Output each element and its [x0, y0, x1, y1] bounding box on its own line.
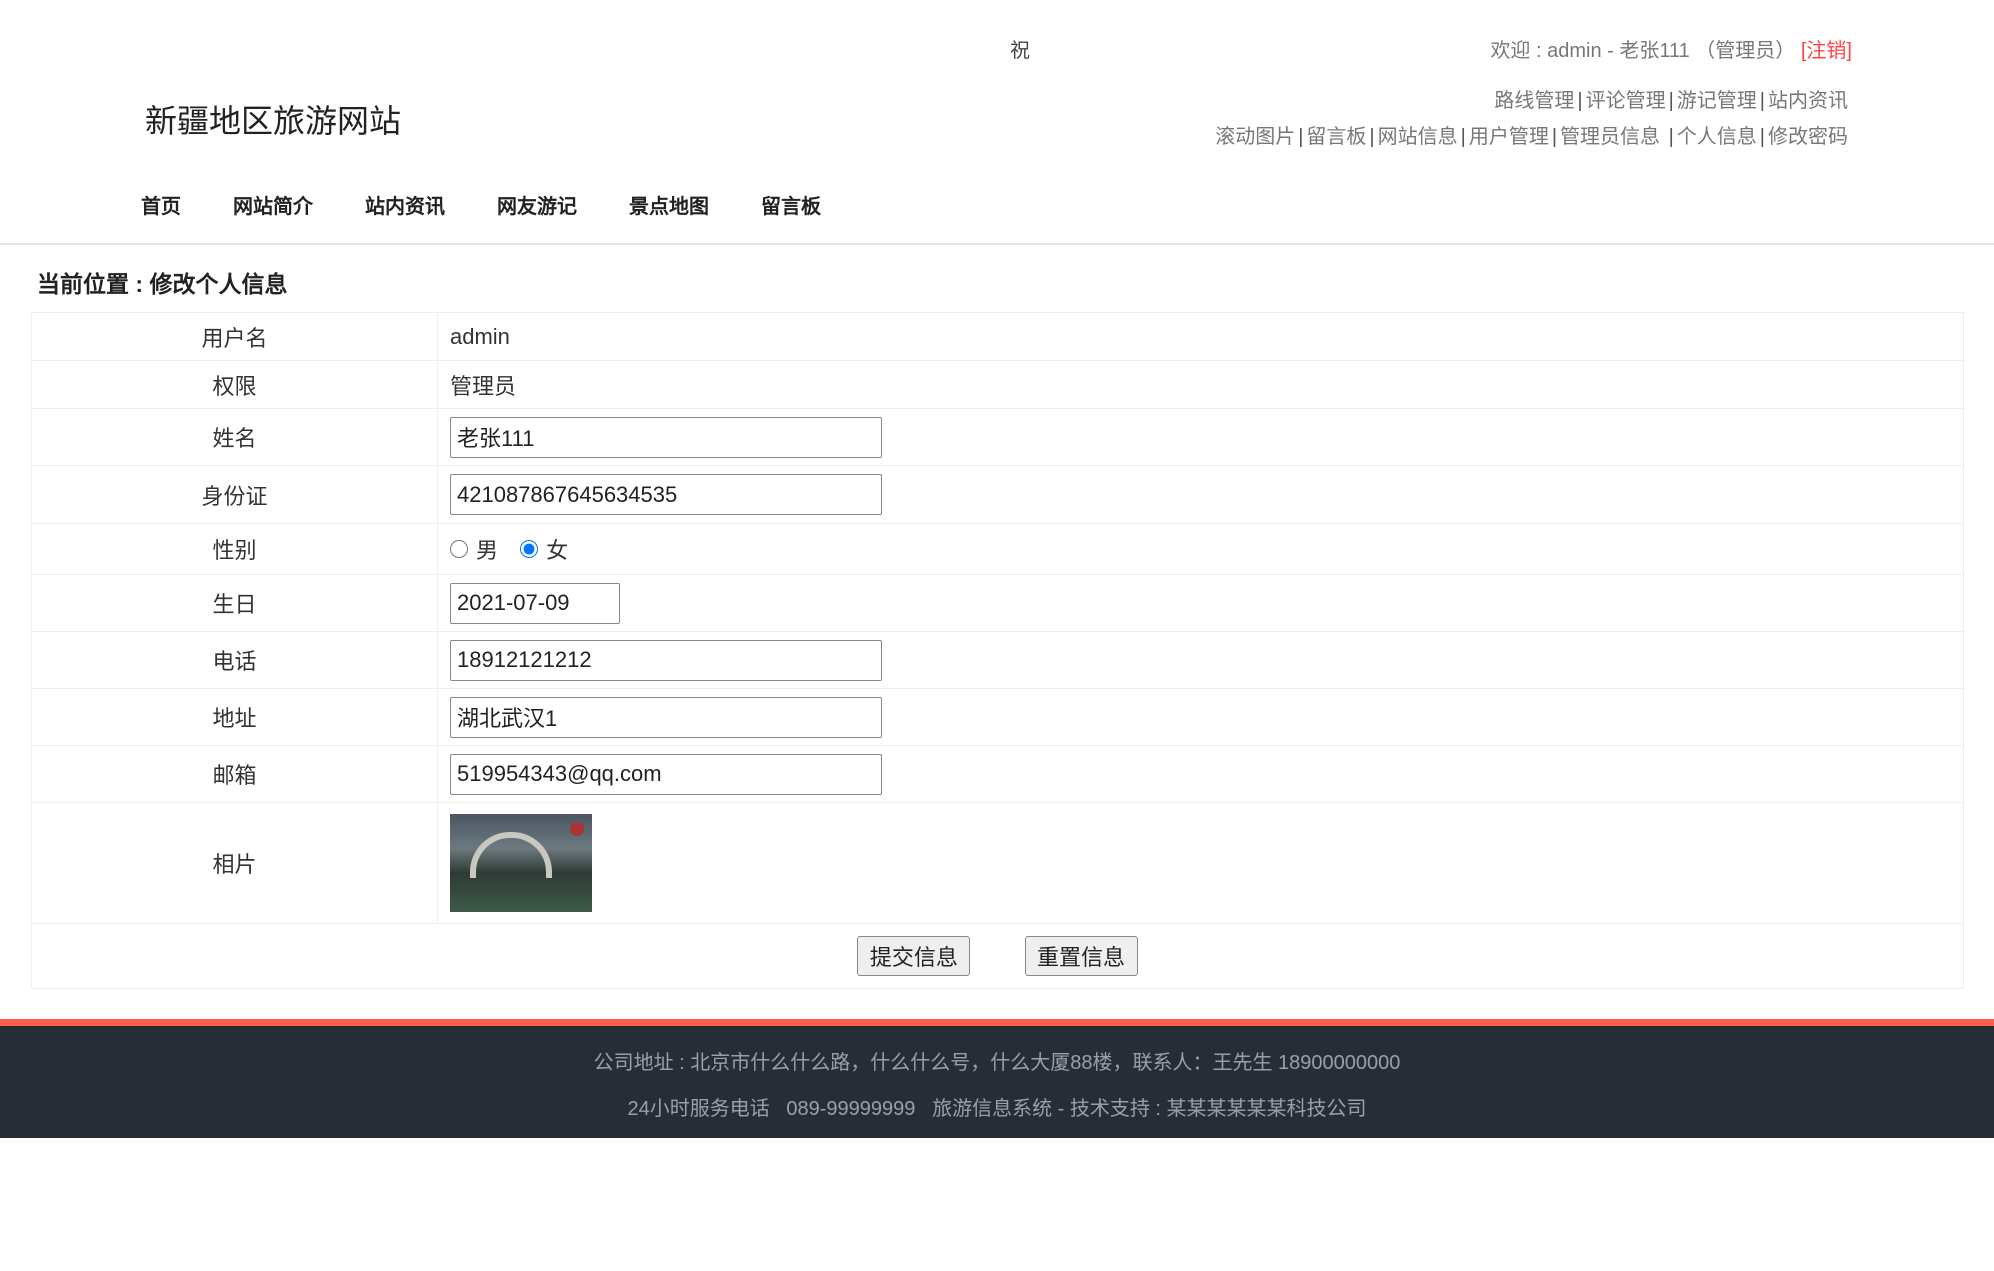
photo-label: 相片	[32, 803, 438, 924]
link-admin-info[interactable]: 管理员信息	[1560, 126, 1660, 148]
greeting: 祝	[1010, 34, 1030, 63]
gender-female-label: 女	[546, 533, 568, 565]
nav-guestbook[interactable]: 留言板	[761, 190, 821, 219]
link-news[interactable]: 站内资讯	[1768, 90, 1848, 112]
phone-label: 电话	[32, 632, 438, 689]
link-messages[interactable]: 留言板	[1306, 126, 1366, 148]
nav-news[interactable]: 站内资讯	[365, 190, 445, 219]
gender-female-radio[interactable]	[520, 540, 538, 558]
birthday-input[interactable]	[450, 583, 620, 624]
address-label: 地址	[32, 689, 438, 746]
nav-travelogs[interactable]: 网友游记	[497, 190, 577, 219]
link-profile[interactable]: 个人信息	[1677, 126, 1757, 148]
link-change-password[interactable]: 修改密码	[1768, 126, 1848, 148]
email-label: 邮箱	[32, 746, 438, 803]
footer: 公司地址 : 北京市什么什么路，什么什么号，什么大厦88楼，联系人：王先生 18…	[0, 1019, 1994, 1138]
link-site-info[interactable]: 网站信息	[1378, 126, 1458, 148]
link-route-mgmt[interactable]: 路线管理	[1494, 90, 1574, 112]
footer-address: 公司地址 : 北京市什么什么路，什么什么号，什么大厦88楼，联系人：王先生 18…	[0, 1046, 1994, 1075]
gender-male-radio[interactable]	[450, 540, 468, 558]
site-title: 新疆地区旅游网站	[145, 96, 401, 142]
username-value: admin	[438, 313, 1964, 361]
username-label: 用户名	[32, 313, 438, 361]
gender-male-label: 男	[476, 533, 498, 565]
link-user-mgmt[interactable]: 用户管理	[1469, 126, 1549, 148]
logout-link[interactable]: [注销]	[1801, 40, 1852, 62]
profile-photo	[450, 814, 592, 912]
nav-about[interactable]: 网站简介	[233, 190, 313, 219]
id-card-input[interactable]	[450, 474, 882, 515]
profile-form: 用户名admin 权限管理员 姓名 身份证 性别 男 女 生日 电话 地址 邮箱…	[31, 312, 1964, 989]
welcome-text: 欢迎 : admin - 老张111 （管理员）	[1490, 40, 1795, 62]
role-label: 权限	[32, 361, 438, 409]
link-travelog-mgmt[interactable]: 游记管理	[1677, 90, 1757, 112]
role-value: 管理员	[438, 361, 1964, 409]
id-label: 身份证	[32, 466, 438, 524]
nav-home[interactable]: 首页	[141, 190, 181, 219]
birthday-label: 生日	[32, 575, 438, 632]
link-comment-mgmt[interactable]: 评论管理	[1586, 90, 1666, 112]
gender-label: 性别	[32, 524, 438, 575]
name-label: 姓名	[32, 409, 438, 466]
footer-contact: 24小时服务电话 089-99999999 旅游信息系统 - 技术支持 : 某某…	[0, 1092, 1994, 1121]
phone-input[interactable]	[450, 640, 882, 681]
main-nav: 首页 网站简介 站内资讯 网友游记 景点地图 留言板	[141, 190, 873, 219]
gender-male-option[interactable]: 男	[450, 533, 498, 565]
email-input[interactable]	[450, 754, 882, 795]
welcome-bar: 欢迎 : admin - 老张111 （管理员） [注销]	[1490, 34, 1852, 63]
admin-links-row2: 滚动图片|留言板|网站信息|用户管理|管理员信息 |个人信息|修改密码	[1215, 120, 1848, 149]
name-input[interactable]	[450, 417, 882, 458]
link-slides[interactable]: 滚动图片	[1215, 126, 1295, 148]
address-input[interactable]	[450, 697, 882, 738]
header: 新疆地区旅游网站 祝 欢迎 : admin - 老张111 （管理员） [注销]…	[0, 0, 1994, 245]
admin-links-row1: 路线管理|评论管理|游记管理|站内资讯	[1494, 84, 1848, 113]
reset-button[interactable]: 重置信息	[1025, 936, 1138, 976]
submit-button[interactable]: 提交信息	[857, 936, 970, 976]
breadcrumb: 当前位置 : 修改个人信息	[37, 265, 287, 299]
nav-map[interactable]: 景点地图	[629, 190, 709, 219]
gender-female-option[interactable]: 女	[520, 533, 568, 565]
